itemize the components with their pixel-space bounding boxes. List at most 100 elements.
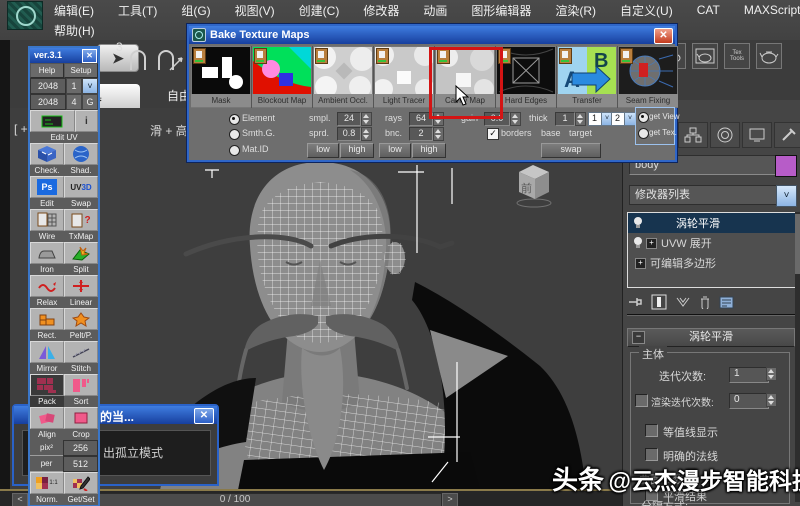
map-blockout[interactable]: Blockout Map (252, 46, 313, 108)
high2-button[interactable]: high (412, 143, 446, 158)
checker-cube-icon[interactable] (30, 143, 64, 165)
pelt-icon[interactable] (64, 308, 98, 330)
expand-icon[interactable]: + (635, 257, 646, 269)
crop-icon[interactable] (64, 407, 98, 429)
tab-motion[interactable] (710, 122, 740, 148)
map-seam-fixing[interactable]: Seam Fixing (618, 46, 678, 108)
pin-stack-icon[interactable] (627, 295, 643, 309)
modifier-list-arrow[interactable]: ˅ (776, 185, 797, 207)
shaded-sphere-icon[interactable] (64, 143, 98, 165)
palette-title-bar[interactable]: ver.3.1 ✕ (30, 48, 98, 63)
high1-button[interactable]: high (340, 143, 374, 158)
swap-button[interactable]: swap (541, 143, 601, 158)
iterations-field[interactable]: 1 (729, 367, 769, 383)
relax-icon[interactable] (30, 275, 64, 297)
borders-checkbox[interactable]: ✓ (487, 128, 499, 140)
collapse-icon[interactable]: − (632, 331, 645, 344)
size-dropdown-arrow[interactable]: ˅ (82, 78, 98, 94)
render-iterations-checkbox[interactable] (635, 394, 648, 407)
render-iterations-field[interactable]: 0 (729, 393, 769, 409)
info-icon[interactable]: i (74, 110, 98, 132)
menu-create[interactable]: 创建(C) (299, 2, 340, 19)
iron-icon[interactable] (30, 242, 64, 264)
render-iterations-spinner[interactable] (766, 393, 777, 407)
menu-animation[interactable]: 动画 (423, 2, 447, 19)
size2-index[interactable]: 4 (66, 94, 82, 110)
rendered-frame-icon[interactable] (692, 43, 718, 69)
mirror-icon[interactable] (30, 341, 64, 363)
per-value-field[interactable]: 512 (63, 456, 98, 472)
map-transfer[interactable]: AB Transfer (557, 46, 618, 108)
uv-editor-icon[interactable] (30, 110, 75, 132)
map-hard-edges[interactable]: Hard Edges (496, 46, 557, 108)
time-prev-button[interactable]: < (12, 493, 28, 506)
channel2-dropdown[interactable]: 2 ˅ (611, 112, 636, 126)
iterations-spinner[interactable] (766, 367, 777, 381)
tab-utilities[interactable] (774, 122, 800, 148)
txmap-clipboard-icon[interactable]: ? (64, 209, 98, 231)
stitch-icon[interactable] (64, 341, 98, 363)
low1-button[interactable]: low (307, 143, 339, 158)
dialog-title-bar[interactable]: Bake Texture Maps ✕ (189, 26, 675, 44)
tab-display[interactable] (742, 122, 772, 148)
show-end-result-icon[interactable] (651, 294, 667, 310)
make-unique-icon[interactable] (675, 296, 691, 308)
stack-item-editable-poly[interactable]: + 可编辑多边形 (628, 253, 796, 273)
sprd-spinner[interactable] (361, 127, 372, 141)
panel-scrollbar[interactable] (795, 212, 800, 502)
sort-icon[interactable] (64, 374, 98, 396)
menu-rendering[interactable]: 渲染(R) (555, 2, 596, 19)
g-button[interactable]: G (82, 94, 98, 110)
photoshop-icon[interactable]: Ps (30, 176, 64, 198)
rollout-turbosmooth[interactable]: − 涡轮平滑 (627, 328, 795, 347)
map-light-tracer[interactable]: Light Tracer (374, 46, 435, 108)
size1-index[interactable]: 1 (66, 78, 82, 94)
menu-customize[interactable]: 自定义(U) (620, 2, 673, 19)
snap-toggle-icons[interactable] (126, 48, 186, 74)
remove-modifier-icon[interactable] (699, 295, 711, 309)
smpl-spinner[interactable] (361, 112, 372, 126)
tab-hierarchy[interactable] (678, 122, 708, 148)
get-view-radio[interactable] (638, 112, 649, 123)
material-id-radio[interactable] (229, 145, 240, 156)
low2-button[interactable]: low (379, 143, 411, 158)
smpl-field[interactable]: 24 (337, 112, 361, 126)
wire-clipboard-icon[interactable] (30, 209, 64, 231)
get-tex-radio[interactable] (638, 128, 649, 139)
menu-graph-editors[interactable]: 图形编辑器 (471, 2, 531, 19)
smoothing-groups-radio[interactable] (229, 129, 240, 140)
uv-to-3d-icon[interactable]: UV 3D (64, 176, 98, 198)
stack-item-turbosmooth[interactable]: 涡轮平滑 (628, 213, 796, 233)
map-mask[interactable]: Mask (191, 46, 252, 108)
menu-tools[interactable]: 工具(T) (118, 2, 157, 19)
menu-edit[interactable]: 编辑(E) (54, 2, 94, 19)
element-radio[interactable] (229, 114, 240, 125)
channel1-dropdown[interactable]: 1 ˅ (588, 112, 613, 126)
menu-cat[interactable]: CAT (697, 3, 720, 17)
menu-maxscript[interactable]: MAXScript(M) (744, 3, 800, 17)
stack-item-unwrap-uvw[interactable]: + UVW 展开 (628, 233, 796, 253)
thick-spinner[interactable] (575, 112, 586, 126)
map-size-field-1[interactable]: 2048 (30, 78, 66, 94)
textools-icon[interactable]: Tex Tools (724, 43, 750, 69)
menu-help[interactable]: 帮助(H) (54, 22, 95, 39)
map-ambient-occl[interactable]: Ambient Occl. (313, 46, 374, 108)
gain-spinner[interactable] (510, 112, 521, 126)
menu-modifiers[interactable]: 修改器 (363, 2, 399, 19)
viewcube[interactable]: 前 (516, 165, 552, 208)
bnc-field[interactable]: 2 (409, 127, 433, 141)
one-to-one-icon[interactable]: 1:1 (30, 472, 64, 494)
linear-icon[interactable] (64, 275, 98, 297)
menu-views[interactable]: 视图(V) (235, 2, 275, 19)
isolation-close-button[interactable]: ✕ (194, 408, 214, 424)
map-size-field-2[interactable]: 2048 (30, 94, 66, 110)
render-production-icon[interactable] (756, 43, 782, 69)
palette-close-button[interactable]: ✕ (82, 49, 97, 63)
modifier-on-icon[interactable] (633, 237, 643, 249)
dialog-close-button[interactable]: ✕ (654, 28, 673, 44)
modifier-list-dropdown[interactable]: 修改器列表 (629, 185, 782, 205)
setup-button[interactable]: Setup (64, 63, 98, 78)
split-icon[interactable] (64, 242, 98, 264)
pix-value-field[interactable]: 256 (63, 440, 98, 456)
time-next-button[interactable]: > (442, 493, 458, 506)
